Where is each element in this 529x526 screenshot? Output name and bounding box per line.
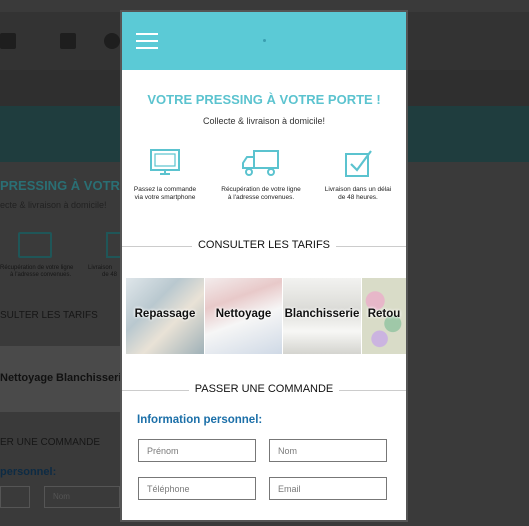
app-header — [122, 12, 406, 70]
hero-subtitle: Collecte & livraison à domicile! — [202, 116, 326, 126]
section-tarifs: CONSULTER LES TARIFS — [122, 239, 406, 253]
section-commande-title: PASSER UNE COMMANDE — [188, 383, 340, 395]
tile-label: Retou — [367, 308, 401, 320]
briefcase-icon — [60, 33, 76, 49]
phone-frame: VOTRE PRESSING À VOTRE PORTE ! Collecte … — [120, 10, 408, 522]
checkbox-icon — [345, 150, 372, 177]
hamburger-menu-icon[interactable] — [136, 33, 158, 49]
truck-icon — [242, 150, 279, 176]
feature-line: de 48 heures. — [338, 194, 378, 201]
feature-delivery: Livraison dans un délai de 48 heures. — [318, 148, 398, 202]
tile-retouche[interactable]: Retou — [362, 278, 406, 354]
feature-line: via votre smartphone — [134, 194, 196, 201]
tile-label: Nettoyage — [215, 308, 272, 320]
background-truck-icon — [18, 232, 52, 258]
feature-pickup: Récupération de votre ligne à l'adresse … — [221, 148, 301, 202]
first-name-field[interactable] — [138, 439, 256, 462]
feature-order: Passez la commande via votre smartphone — [125, 148, 205, 202]
background-section-tarifs: SULTER LES TARIFS — [0, 310, 98, 321]
trash-icon — [0, 33, 16, 49]
hero-title: VOTRE PRESSING À VOTRE PORTE ! — [147, 92, 381, 107]
phone-field[interactable] — [138, 477, 256, 500]
feature-line: Passez la commande — [133, 186, 197, 193]
background-form-label: personnel: — [0, 466, 57, 478]
clock-icon — [104, 33, 120, 49]
phone-screen: VOTRE PRESSING À VOTRE PORTE ! Collecte … — [122, 12, 406, 520]
section-commande: PASSER UNE COMMANDE — [122, 383, 406, 397]
form-label-personal-info: Information personnel: — [137, 414, 263, 426]
background-input-nom: Nom — [44, 486, 120, 508]
feature-line: Livraison dans un délai — [324, 186, 392, 193]
tile-nettoyage[interactable]: Nettoyage — [205, 278, 282, 354]
section-tarifs-title: CONSULTER LES TARIFS — [191, 239, 337, 251]
background-feature-text: Récupération de votre ligne à l'adresse … — [0, 265, 74, 278]
background-section-commande: ER UNE COMMANDE — [0, 437, 101, 448]
background-subtitle: ecte & livraison à domicile! — [0, 200, 107, 210]
background-tile-label: Blanchisserie — [56, 372, 128, 384]
price-tiles: Repassage Nettoyage Blanchisserie Retou — [126, 278, 406, 354]
email-field[interactable] — [269, 477, 387, 500]
feature-line: à l'adresse convenues. — [227, 194, 295, 201]
tile-label: Repassage — [134, 308, 196, 320]
tile-blanchisserie[interactable]: Blanchisserie — [283, 278, 361, 354]
feature-line: Récupération de votre ligne — [221, 186, 301, 193]
background-input — [0, 486, 30, 508]
tile-label: Blanchisserie — [284, 308, 360, 320]
header-dot — [263, 39, 266, 42]
monitor-icon — [150, 149, 180, 175]
tile-repassage[interactable]: Repassage — [126, 278, 204, 354]
background-tile-label: Nettoyage — [0, 372, 54, 384]
last-name-field[interactable] — [269, 439, 387, 462]
background-feature-text: Livraison de 48 — [88, 265, 118, 278]
